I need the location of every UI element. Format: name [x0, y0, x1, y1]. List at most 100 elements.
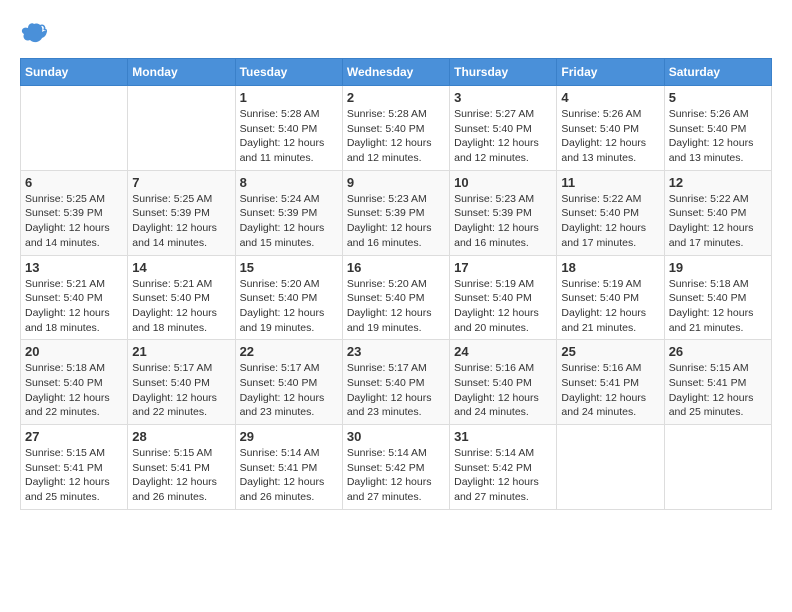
day-header-saturday: Saturday: [664, 59, 771, 86]
calendar-cell: [128, 86, 235, 171]
day-number: 30: [347, 429, 445, 444]
calendar-cell: 6 Sunrise: 5:25 AM Sunset: 5:39 PM Daylig…: [21, 170, 128, 255]
day-number: 16: [347, 260, 445, 275]
day-info: Sunrise: 5:15 AM Sunset: 5:41 PM Dayligh…: [25, 446, 123, 505]
day-number: 19: [669, 260, 767, 275]
day-info: Sunrise: 5:19 AM Sunset: 5:40 PM Dayligh…: [454, 277, 552, 336]
day-number: 25: [561, 344, 659, 359]
day-info: Sunrise: 5:23 AM Sunset: 5:39 PM Dayligh…: [347, 192, 445, 251]
day-info: Sunrise: 5:19 AM Sunset: 5:40 PM Dayligh…: [561, 277, 659, 336]
calendar-cell: 2 Sunrise: 5:28 AM Sunset: 5:40 PM Daylig…: [342, 86, 449, 171]
day-info: Sunrise: 5:18 AM Sunset: 5:40 PM Dayligh…: [669, 277, 767, 336]
day-number: 8: [240, 175, 338, 190]
day-number: 18: [561, 260, 659, 275]
calendar-cell: 8 Sunrise: 5:24 AM Sunset: 5:39 PM Daylig…: [235, 170, 342, 255]
day-header-wednesday: Wednesday: [342, 59, 449, 86]
day-info: Sunrise: 5:21 AM Sunset: 5:40 PM Dayligh…: [132, 277, 230, 336]
calendar-week-row: 13 Sunrise: 5:21 AM Sunset: 5:40 PM Dayli…: [21, 255, 772, 340]
day-header-monday: Monday: [128, 59, 235, 86]
calendar-cell: 9Sunrise: 5:23 AM Sunset: 5:39 PM Daylig…: [342, 170, 449, 255]
calendar-cell: 28 Sunrise: 5:15 AM Sunset: 5:41 PM Dayli…: [128, 425, 235, 510]
calendar-table: SundayMondayTuesdayWednesdayThursdayFrid…: [20, 58, 772, 510]
calendar-cell: 12 Sunrise: 5:22 AM Sunset: 5:40 PM Dayli…: [664, 170, 771, 255]
day-number: 26: [669, 344, 767, 359]
calendar-cell: 7 Sunrise: 5:25 AM Sunset: 5:39 PM Daylig…: [128, 170, 235, 255]
day-info: Sunrise: 5:16 AM Sunset: 5:41 PM Dayligh…: [561, 361, 659, 420]
calendar-cell: 26 Sunrise: 5:15 AM Sunset: 5:41 PM Dayli…: [664, 340, 771, 425]
day-info: Sunrise: 5:17 AM Sunset: 5:40 PM Dayligh…: [132, 361, 230, 420]
day-number: 3: [454, 90, 552, 105]
day-number: 6: [25, 175, 123, 190]
calendar-cell: 19 Sunrise: 5:18 AM Sunset: 5:40 PM Dayli…: [664, 255, 771, 340]
day-number: 22: [240, 344, 338, 359]
day-number: 20: [25, 344, 123, 359]
calendar-cell: 17 Sunrise: 5:19 AM Sunset: 5:40 PM Dayli…: [450, 255, 557, 340]
day-info: Sunrise: 5:21 AM Sunset: 5:40 PM Dayligh…: [25, 277, 123, 336]
calendar-cell: [21, 86, 128, 171]
day-info: Sunrise: 5:22 AM Sunset: 5:40 PM Dayligh…: [669, 192, 767, 251]
day-info: Sunrise: 5:23 AM Sunset: 5:39 PM Dayligh…: [454, 192, 552, 251]
calendar-week-row: 1 Sunrise: 5:28 AM Sunset: 5:40 PM Daylig…: [21, 86, 772, 171]
calendar-week-row: 6 Sunrise: 5:25 AM Sunset: 5:39 PM Daylig…: [21, 170, 772, 255]
day-number: 1: [240, 90, 338, 105]
day-number: 11: [561, 175, 659, 190]
calendar-cell: 4 Sunrise: 5:26 AM Sunset: 5:40 PM Daylig…: [557, 86, 664, 171]
calendar-cell: 21Sunrise: 5:17 AM Sunset: 5:40 PM Dayli…: [128, 340, 235, 425]
day-info: Sunrise: 5:14 AM Sunset: 5:42 PM Dayligh…: [454, 446, 552, 505]
day-number: 17: [454, 260, 552, 275]
day-number: 4: [561, 90, 659, 105]
day-info: Sunrise: 5:15 AM Sunset: 5:41 PM Dayligh…: [132, 446, 230, 505]
calendar-week-row: 27Sunrise: 5:15 AM Sunset: 5:41 PM Dayli…: [21, 425, 772, 510]
calendar-cell: 27Sunrise: 5:15 AM Sunset: 5:41 PM Dayli…: [21, 425, 128, 510]
day-info: Sunrise: 5:15 AM Sunset: 5:41 PM Dayligh…: [669, 361, 767, 420]
calendar-cell: 15 Sunrise: 5:20 AM Sunset: 5:40 PM Dayli…: [235, 255, 342, 340]
day-header-thursday: Thursday: [450, 59, 557, 86]
calendar-cell: 16Sunrise: 5:20 AM Sunset: 5:40 PM Dayli…: [342, 255, 449, 340]
day-info: Sunrise: 5:26 AM Sunset: 5:40 PM Dayligh…: [669, 107, 767, 166]
calendar-cell: 31 Sunrise: 5:14 AM Sunset: 5:42 PM Dayli…: [450, 425, 557, 510]
day-number: 10: [454, 175, 552, 190]
day-header-sunday: Sunday: [21, 59, 128, 86]
day-number: 13: [25, 260, 123, 275]
calendar-cell: 11 Sunrise: 5:22 AM Sunset: 5:40 PM Dayli…: [557, 170, 664, 255]
day-number: 7: [132, 175, 230, 190]
calendar-cell: 22 Sunrise: 5:17 AM Sunset: 5:40 PM Dayli…: [235, 340, 342, 425]
page-header: [20, 20, 772, 48]
calendar-cell: 14 Sunrise: 5:21 AM Sunset: 5:40 PM Dayli…: [128, 255, 235, 340]
day-info: Sunrise: 5:25 AM Sunset: 5:39 PM Dayligh…: [132, 192, 230, 251]
day-info: Sunrise: 5:22 AM Sunset: 5:40 PM Dayligh…: [561, 192, 659, 251]
day-number: 23: [347, 344, 445, 359]
day-info: Sunrise: 5:20 AM Sunset: 5:40 PM Dayligh…: [240, 277, 338, 336]
calendar-cell: 20 Sunrise: 5:18 AM Sunset: 5:40 PM Dayli…: [21, 340, 128, 425]
day-header-tuesday: Tuesday: [235, 59, 342, 86]
day-number: 28: [132, 429, 230, 444]
day-number: 2: [347, 90, 445, 105]
calendar-cell: 1Sunrise: 5:28 AM Sunset: 5:40 PM Daylig…: [235, 86, 342, 171]
day-info: Sunrise: 5:14 AM Sunset: 5:41 PM Dayligh…: [240, 446, 338, 505]
calendar-cell: 30Sunrise: 5:14 AM Sunset: 5:42 PM Dayli…: [342, 425, 449, 510]
day-number: 15: [240, 260, 338, 275]
calendar-cell: [664, 425, 771, 510]
day-number: 5: [669, 90, 767, 105]
day-info: Sunrise: 5:18 AM Sunset: 5:40 PM Dayligh…: [25, 361, 123, 420]
logo-bird-icon: [20, 20, 48, 48]
calendar-week-row: 20 Sunrise: 5:18 AM Sunset: 5:40 PM Dayli…: [21, 340, 772, 425]
day-info: Sunrise: 5:17 AM Sunset: 5:40 PM Dayligh…: [240, 361, 338, 420]
day-info: Sunrise: 5:16 AM Sunset: 5:40 PM Dayligh…: [454, 361, 552, 420]
calendar-cell: 5 Sunrise: 5:26 AM Sunset: 5:40 PM Daylig…: [664, 86, 771, 171]
day-number: 12: [669, 175, 767, 190]
day-number: 31: [454, 429, 552, 444]
day-info: Sunrise: 5:25 AM Sunset: 5:39 PM Dayligh…: [25, 192, 123, 251]
day-info: Sunrise: 5:26 AM Sunset: 5:40 PM Dayligh…: [561, 107, 659, 166]
day-number: 14: [132, 260, 230, 275]
day-info: Sunrise: 5:28 AM Sunset: 5:40 PM Dayligh…: [347, 107, 445, 166]
calendar-cell: 25 Sunrise: 5:16 AM Sunset: 5:41 PM Dayli…: [557, 340, 664, 425]
day-header-friday: Friday: [557, 59, 664, 86]
calendar-cell: 29Sunrise: 5:14 AM Sunset: 5:41 PM Dayli…: [235, 425, 342, 510]
day-info: Sunrise: 5:24 AM Sunset: 5:39 PM Dayligh…: [240, 192, 338, 251]
calendar-cell: 24 Sunrise: 5:16 AM Sunset: 5:40 PM Dayli…: [450, 340, 557, 425]
logo: [20, 20, 52, 48]
calendar-cell: [557, 425, 664, 510]
calendar-cell: 3Sunrise: 5:27 AM Sunset: 5:40 PM Daylig…: [450, 86, 557, 171]
day-number: 24: [454, 344, 552, 359]
